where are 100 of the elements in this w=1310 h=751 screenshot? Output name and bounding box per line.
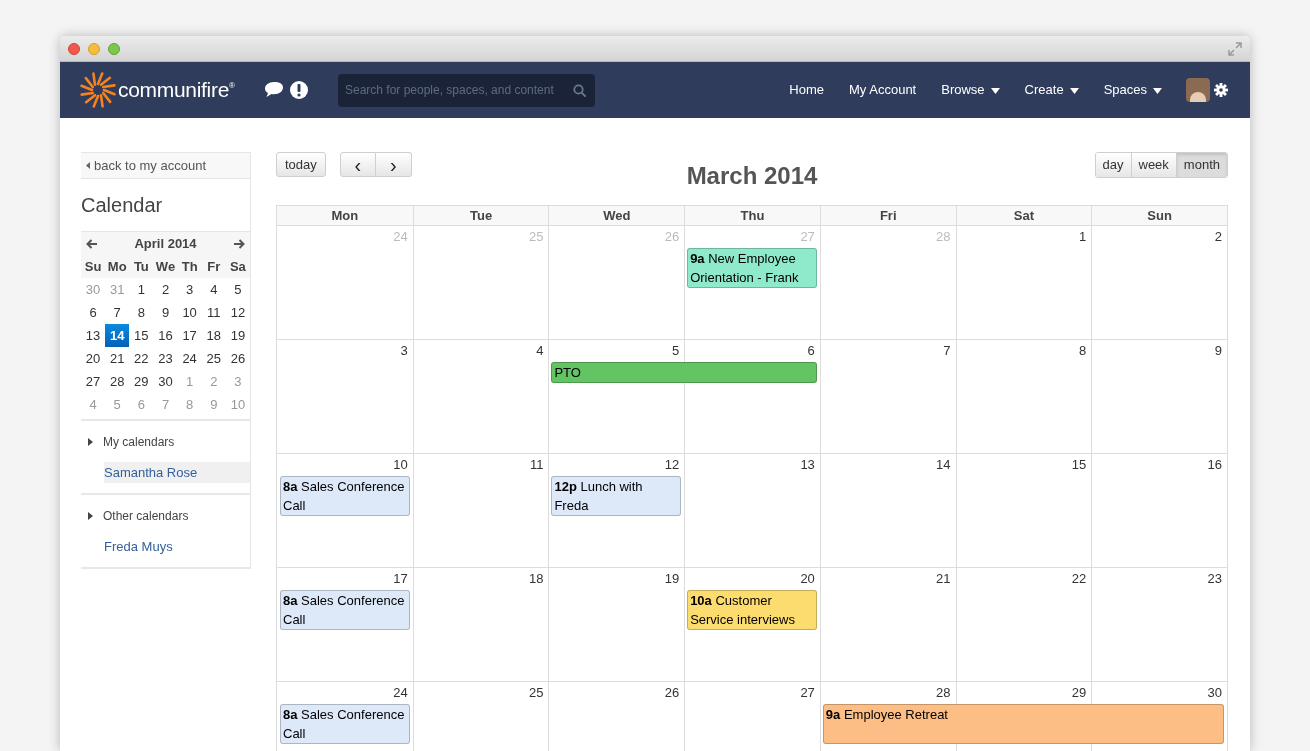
expand-icon[interactable] bbox=[88, 512, 93, 520]
settings-icon[interactable] bbox=[1214, 83, 1228, 97]
close-button[interactable] bbox=[68, 42, 80, 55]
date-number: 1 bbox=[1079, 228, 1087, 246]
calendar-event[interactable]: 9a Employee Retreat bbox=[822, 704, 1224, 744]
date-number: 13 bbox=[800, 456, 815, 474]
calendar-event[interactable]: 9a New Employee Orientation - Frank bbox=[687, 248, 817, 288]
date-number: 25 bbox=[528, 228, 544, 246]
date-cell[interactable]: 16 bbox=[153, 324, 178, 347]
date-cell[interactable]: 22 bbox=[129, 347, 154, 370]
date-cell[interactable]: 11 bbox=[201, 301, 226, 324]
weekday-label: Mo bbox=[106, 257, 128, 276]
date-number: 7 bbox=[943, 342, 951, 360]
date-cell[interactable]: 26 bbox=[225, 347, 250, 370]
date-number: 25 bbox=[528, 684, 544, 702]
date-number: 23 bbox=[1207, 570, 1222, 588]
nav-link[interactable]: Home bbox=[789, 80, 825, 100]
date-number: 27 bbox=[800, 684, 815, 702]
date-number: 2 bbox=[1214, 228, 1222, 246]
date-cell[interactable]: 14 bbox=[105, 324, 130, 347]
weekday-header: Wed bbox=[603, 207, 631, 225]
today-button[interactable]: today bbox=[276, 152, 326, 177]
date-cell[interactable]: 15 bbox=[129, 324, 154, 347]
date-cell[interactable]: 28 bbox=[105, 370, 130, 393]
date-cell[interactable]: 29 bbox=[129, 370, 154, 393]
date-number: 28 bbox=[936, 684, 951, 702]
date-cell[interactable]: 5 bbox=[225, 278, 250, 301]
search-field[interactable]: Search for people, spaces, and content bbox=[337, 73, 595, 107]
date-cell[interactable]: 12 bbox=[225, 301, 250, 324]
caret-icon bbox=[86, 162, 90, 169]
weekday-label: Tu bbox=[132, 257, 150, 276]
date-cell[interactable]: 9 bbox=[153, 301, 178, 324]
expand-icon[interactable] bbox=[88, 438, 93, 446]
back-link[interactable]: back to my account bbox=[81, 152, 250, 179]
date-cell[interactable]: 18 bbox=[201, 324, 226, 347]
date-cell[interactable]: 1 bbox=[129, 278, 154, 301]
date-number: 5 bbox=[671, 342, 680, 360]
date-cell[interactable]: 8 bbox=[129, 301, 154, 324]
date-cell[interactable]: 21 bbox=[105, 347, 130, 370]
date-number: 24 bbox=[393, 684, 408, 702]
view-tab[interactable]: month bbox=[1175, 153, 1227, 177]
view-tab[interactable]: week bbox=[1130, 153, 1176, 177]
date-number: 26 bbox=[664, 228, 680, 246]
calendar-event[interactable]: 10a Customer Service interviews bbox=[687, 590, 817, 630]
nav-link[interactable]: Browse bbox=[941, 80, 1000, 100]
weekday-label: Sa bbox=[228, 257, 247, 276]
date-number: 8 bbox=[1079, 342, 1087, 360]
date-number: 19 bbox=[664, 570, 680, 588]
avatar-icon[interactable] bbox=[1186, 78, 1210, 102]
caret-icon bbox=[1153, 86, 1162, 94]
view-tab[interactable]: day bbox=[1095, 153, 1131, 177]
previous-month-icon[interactable] bbox=[86, 238, 98, 249]
date-cell[interactable]: 17 bbox=[177, 324, 202, 347]
date-cell[interactable]: 27 bbox=[81, 370, 106, 393]
next-button[interactable]: › bbox=[375, 152, 412, 177]
nav-link[interactable]: Create bbox=[1024, 80, 1079, 100]
date-number: 27 bbox=[800, 228, 815, 246]
calendar-link[interactable]: Samantha Rose bbox=[104, 462, 250, 483]
calendar-link[interactable]: Freda Muys bbox=[104, 536, 250, 557]
search-icon[interactable] bbox=[572, 83, 587, 98]
calendar-event[interactable]: 8a Sales Conference Call bbox=[280, 476, 410, 516]
date-cell[interactable]: 23 bbox=[153, 347, 178, 370]
caret-icon bbox=[990, 86, 1000, 94]
back-link-text: back to my account bbox=[94, 156, 206, 175]
date-number: 11 bbox=[529, 456, 544, 474]
date-number: 20 bbox=[800, 570, 815, 588]
trademark-sign: ® bbox=[229, 80, 235, 90]
calendar-event[interactable]: 8a Sales Conference Call bbox=[280, 590, 410, 630]
month-label: April 2014 bbox=[134, 234, 197, 253]
weekday-header: Sun bbox=[1147, 207, 1172, 225]
date-cell[interactable]: 19 bbox=[225, 324, 250, 347]
date-cell[interactable]: 4 bbox=[201, 278, 226, 301]
date-cell[interactable]: 10 bbox=[177, 301, 202, 324]
date-cell[interactable]: 7 bbox=[105, 301, 130, 324]
weekday-header: Mon bbox=[331, 207, 359, 225]
date-cell[interactable]: 20 bbox=[81, 347, 106, 370]
date-cell[interactable]: 25 bbox=[201, 347, 226, 370]
date-cell[interactable]: 6 bbox=[81, 301, 106, 324]
nav-link[interactable]: Spaces bbox=[1103, 80, 1162, 100]
date-number: 18 bbox=[528, 570, 544, 588]
date-cell[interactable]: 2 bbox=[153, 278, 178, 301]
date-cell[interactable]: 3 bbox=[177, 278, 202, 301]
next-month-icon[interactable] bbox=[233, 238, 245, 249]
nav-link[interactable]: My Account bbox=[849, 80, 917, 100]
date-number: 29 bbox=[1071, 684, 1087, 702]
date-cell[interactable]: 24 bbox=[177, 347, 202, 370]
weekday-header: Thu bbox=[740, 207, 765, 225]
calendar-event[interactable]: 12p Lunch with Freda bbox=[551, 476, 682, 516]
weekday-header: Sat bbox=[1013, 207, 1035, 225]
date-cell[interactable]: 13 bbox=[81, 324, 106, 347]
logo-text: communifire bbox=[118, 77, 230, 104]
date-number: 12 bbox=[664, 456, 680, 474]
previous-button[interactable]: ‹ bbox=[339, 152, 376, 177]
calendar-event[interactable]: 8a Sales Conference Call bbox=[280, 704, 410, 744]
date-cell[interactable]: 30 bbox=[153, 370, 178, 393]
section-title: My calendars bbox=[103, 434, 175, 451]
alert-icon[interactable] bbox=[288, 80, 309, 100]
weekday-header: Tue bbox=[470, 207, 493, 225]
date-number: 24 bbox=[393, 228, 408, 246]
calendar-event[interactable]: PTO bbox=[551, 362, 817, 383]
